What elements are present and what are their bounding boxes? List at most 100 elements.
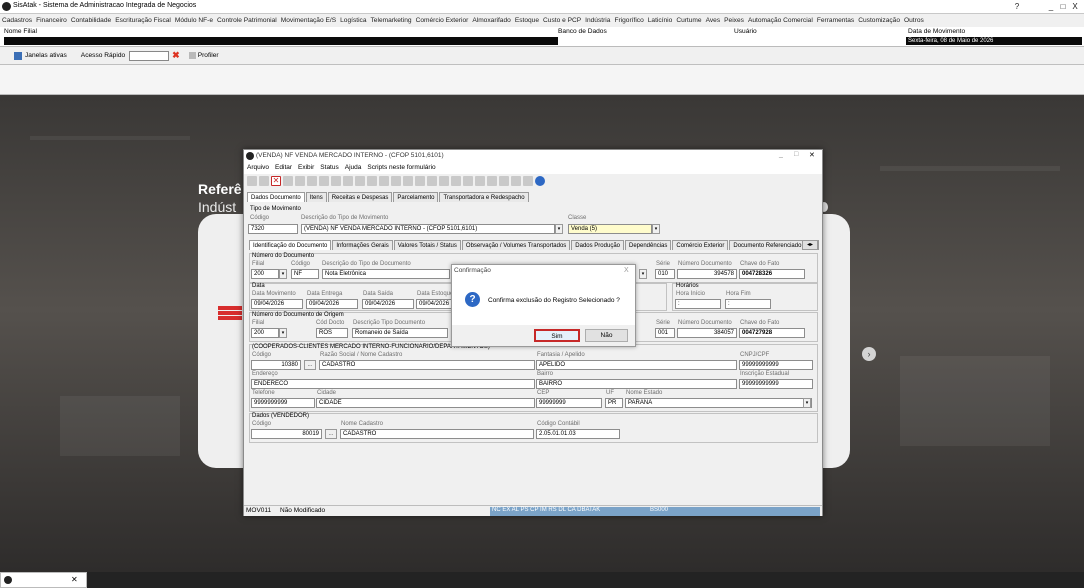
menu-item[interactable]: Financeiro — [34, 14, 69, 24]
doc-icon[interactable] — [475, 176, 485, 186]
tab-dados-producao[interactable]: Dados Produção — [571, 240, 624, 250]
lock-icon[interactable] — [511, 176, 521, 186]
save-icon[interactable] — [259, 176, 269, 186]
tipo-doc-dropdown[interactable]: ▾ — [639, 269, 647, 279]
minimized-window[interactable]: ✕ — [0, 572, 87, 588]
cep-field[interactable]: 99999999 — [536, 398, 602, 408]
tab-observacao[interactable]: Observação / Volumes Transportados — [461, 240, 571, 250]
menu-item[interactable]: Custo e PCP — [541, 14, 583, 24]
clear-icon[interactable]: ✖ — [172, 50, 180, 61]
cli-codigo-field[interactable]: 10380 — [251, 360, 301, 370]
cidade-field[interactable]: CIDADE — [316, 398, 535, 408]
mail-icon[interactable] — [403, 176, 413, 186]
menu-item[interactable]: Outros — [902, 14, 926, 24]
vend-lookup-button[interactable]: ... — [325, 429, 337, 439]
data-saida-field[interactable]: 09/04/2026 — [362, 299, 414, 309]
estado-field[interactable]: PARANÁ — [625, 398, 812, 408]
tab-itens[interactable]: Itens — [305, 192, 327, 202]
tab-identificacao[interactable]: Identificação do Documento — [249, 240, 332, 250]
profiler-button[interactable]: Profiler — [198, 52, 219, 59]
new-icon[interactable] — [247, 176, 257, 186]
print-icon[interactable] — [415, 176, 425, 186]
origem-filial-dropdown[interactable]: ▾ — [279, 328, 287, 338]
calc-icon[interactable] — [523, 176, 533, 186]
close-app-button[interactable]: X — [1069, 1, 1081, 12]
desc-tipo-docto-field[interactable]: Romaneio de Saída — [352, 328, 448, 338]
report-icon[interactable] — [463, 176, 473, 186]
pdf-icon[interactable] — [487, 176, 497, 186]
menu-item[interactable]: Módulo NF-e — [173, 14, 215, 24]
desc-tipo-doc-field[interactable]: Nota Eletrônica — [322, 269, 450, 279]
menu-item[interactable]: Escrituração Fiscal — [113, 14, 173, 24]
origem-filial-field[interactable]: 200 — [251, 328, 279, 338]
classe-dropdown[interactable]: ▾ — [652, 224, 660, 234]
codigo-field[interactable]: 7320 — [248, 224, 298, 234]
filial-field[interactable]: 200 — [251, 269, 279, 279]
menu-item[interactable]: Telemarketing — [369, 14, 414, 24]
tab-informacoes-gerais[interactable]: Informações Gerais — [332, 240, 393, 250]
vend-codigo-field[interactable]: 80019 — [251, 429, 322, 439]
undo-icon[interactable] — [283, 176, 293, 186]
menu-item[interactable]: Customização — [856, 14, 902, 24]
yes-button[interactable]: Sim — [534, 329, 580, 342]
filial-dropdown[interactable]: ▾ — [279, 269, 287, 279]
search-icon[interactable] — [295, 176, 305, 186]
menu-item[interactable]: Peixes — [722, 14, 746, 24]
origem-numero-field[interactable]: 384057 — [677, 328, 737, 338]
menu-item[interactable]: Almoxarifado — [470, 14, 512, 24]
hora-fim-field[interactable]: : — [725, 299, 771, 309]
cli-lookup-button[interactable]: ... — [304, 360, 316, 370]
dialog-close-icon[interactable]: X — [624, 267, 629, 274]
tab-parcelamento[interactable]: Parcelamento — [393, 192, 439, 202]
no-button[interactable]: Não — [585, 329, 628, 342]
menu-item[interactable]: Movimentação E/S — [279, 14, 338, 24]
minimize-button[interactable]: _ — [1045, 1, 1057, 12]
estado-dropdown[interactable]: ▾ — [803, 398, 811, 408]
origem-chave-field[interactable]: 004727928 — [739, 328, 805, 338]
form-menu-item[interactable]: Ajuda — [342, 163, 365, 172]
nav-icon[interactable] — [319, 176, 329, 186]
vend-nome-field[interactable]: CADASTRO — [340, 429, 534, 439]
codigo2-field[interactable]: NF — [291, 269, 319, 279]
form-menu-item[interactable]: Editar — [272, 163, 295, 172]
endereco-field[interactable]: ENDERECO — [251, 379, 535, 389]
paste-icon[interactable] — [343, 176, 353, 186]
menu-item[interactable]: Comércio Exterior — [414, 14, 471, 24]
fantasia-field[interactable]: APELIDO — [536, 360, 737, 370]
form-minimize-icon[interactable]: _ — [779, 151, 783, 158]
data-mov-field[interactable]: 09/04/2026 — [251, 299, 303, 309]
help-button[interactable]: ? — [1011, 1, 1023, 12]
numero-doc-field[interactable]: 394578 — [677, 269, 737, 279]
inscricao-field[interactable]: 99999999999 — [739, 379, 813, 389]
cod-docto-field[interactable]: ROS — [316, 328, 348, 338]
filter-icon[interactable] — [307, 176, 317, 186]
car-icon[interactable] — [439, 176, 449, 186]
tab-transportadora[interactable]: Transportadora e Redespacho — [439, 192, 529, 202]
restore-button[interactable]: □ — [1057, 1, 1069, 12]
stop-icon[interactable] — [367, 176, 377, 186]
menu-item[interactable]: Logística — [338, 14, 368, 24]
menu-item[interactable]: Automação Comercial — [746, 14, 815, 24]
delete-icon[interactable]: ✕ — [271, 176, 281, 186]
tab-comercio-exterior[interactable]: Comércio Exterior — [672, 240, 729, 250]
chave-field[interactable]: 004728326 — [739, 269, 805, 279]
menu-item[interactable]: Curtume — [674, 14, 703, 24]
menu-item[interactable]: Controle Patrimonial — [215, 14, 279, 24]
menu-item[interactable]: Cadastros — [0, 14, 34, 24]
origem-serie-field[interactable]: 001 — [655, 328, 675, 338]
form-menu-item[interactable]: Arquivo — [244, 163, 272, 172]
data-estoque-field[interactable]: 09/04/2026 — [416, 299, 452, 309]
data-entrega-field[interactable]: 09/04/2026 — [306, 299, 358, 309]
tab-scroll-icon[interactable]: ◂▸ — [802, 240, 818, 250]
menu-item[interactable]: Aves — [704, 14, 723, 24]
tab-dados-documento[interactable]: Dados Documento — [247, 192, 305, 202]
menu-item[interactable]: Ferramentas — [815, 14, 856, 24]
menu-item[interactable]: Indústria — [583, 14, 612, 24]
desc-tipo-field[interactable]: (VENDA) NF VENDA MERCADO INTERNO - (CFOP… — [301, 224, 555, 234]
form-menu-item[interactable]: Scripts neste formulário — [364, 163, 438, 172]
exit-icon[interactable] — [391, 176, 401, 186]
tab-valores-totais[interactable]: Valores Totais / Status — [393, 240, 461, 250]
hora-inicio-field[interactable]: : — [675, 299, 721, 309]
close-icon[interactable]: ✕ — [71, 575, 78, 584]
form-menu-item[interactable]: Status — [317, 163, 341, 172]
